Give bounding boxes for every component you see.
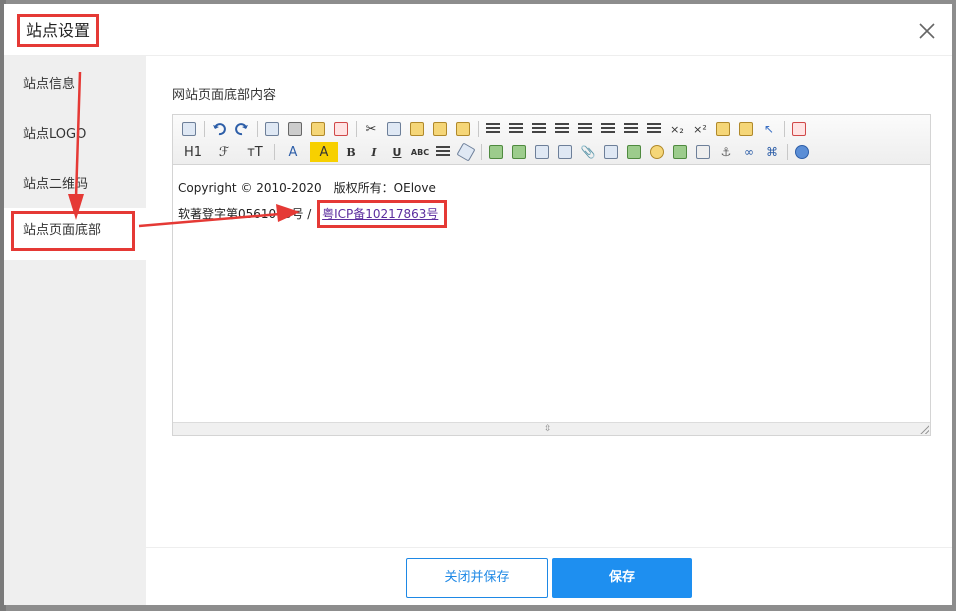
print-icon[interactable] xyxy=(285,119,305,139)
attachment-icon[interactable]: 📎 xyxy=(578,142,598,162)
pointer-icon[interactable]: ↖ xyxy=(759,119,779,139)
save-button[interactable]: 保存 xyxy=(552,558,692,598)
toolbar-divider xyxy=(356,121,357,137)
sidebar-item-site-info[interactable]: 站点信息 xyxy=(4,60,146,110)
align-left-icon[interactable] xyxy=(483,119,503,139)
toolbar-divider xyxy=(481,144,482,160)
source-icon[interactable] xyxy=(179,119,199,139)
icp-highlight-box: 粤ICP备10217863号 xyxy=(317,200,448,228)
sidebar: 站点信息 站点LOGO 站点二维码 站点页面底部 xyxy=(4,56,146,605)
font-family-icon[interactable]: ℱ xyxy=(210,142,238,162)
paste-icon[interactable] xyxy=(407,119,427,139)
indent-icon[interactable] xyxy=(621,119,641,139)
paste-plain-icon[interactable] xyxy=(430,119,450,139)
insert-row-icon[interactable] xyxy=(624,142,644,162)
page-break-icon[interactable] xyxy=(693,142,713,162)
toolbar-divider xyxy=(787,144,788,160)
paste-word-icon[interactable] xyxy=(453,119,473,139)
toolbar-divider xyxy=(204,121,205,137)
rich-text-editor[interactable]: ✂ ×₂ ×² ↖ H1 ℱ тT A A B I U ABC 📎 ⚓ ∞ ⌘ … xyxy=(172,114,931,436)
underline-icon[interactable]: U xyxy=(387,142,407,162)
redo-icon[interactable] xyxy=(232,119,252,139)
align-center-icon[interactable] xyxy=(506,119,526,139)
help-icon[interactable] xyxy=(792,142,812,162)
sidebar-item-site-qrcode[interactable]: 站点二维码 xyxy=(4,160,146,210)
subscript-icon[interactable]: ×₂ xyxy=(667,119,687,139)
bold-icon[interactable]: B xyxy=(341,142,361,162)
close-icon[interactable] xyxy=(916,20,938,42)
align-right-icon[interactable] xyxy=(529,119,549,139)
editor-text-license: 软著登字第0561018号 / xyxy=(178,207,316,221)
field-label: 网站页面底部内容 xyxy=(172,88,277,103)
outdent-icon[interactable] xyxy=(644,119,664,139)
unlink-icon[interactable]: ⌘ xyxy=(762,142,782,162)
heading-icon[interactable]: H1 xyxy=(179,142,207,162)
dialog-footer: 关闭并保存 保存 xyxy=(146,547,952,605)
toolbar-divider xyxy=(257,121,258,137)
preview-icon[interactable] xyxy=(262,119,282,139)
multi-image-icon[interactable] xyxy=(509,142,529,162)
editor-line-icp: 软著登字第0561018号 / 粤ICP备10217863号 xyxy=(178,200,925,228)
superscript-icon[interactable]: ×² xyxy=(690,119,710,139)
editor-content[interactable]: Copyright © 2010-2020 版权所有：OElove 软著登字第0… xyxy=(173,166,930,422)
editor-toolbar: ✂ ×₂ ×² ↖ H1 ℱ тT A A B I U ABC 📎 ⚓ ∞ ⌘ xyxy=(173,115,930,165)
cut-icon[interactable]: ✂ xyxy=(361,119,381,139)
line-height-icon[interactable] xyxy=(433,142,453,162)
highlight-icon[interactable]: A xyxy=(310,142,338,162)
fullscreen-icon[interactable] xyxy=(789,119,809,139)
toolbar-divider xyxy=(478,121,479,137)
sidebar-item-site-logo[interactable]: 站点LOGO xyxy=(4,110,146,160)
font-size-icon[interactable]: тT xyxy=(241,142,269,162)
emoticon-icon[interactable] xyxy=(647,142,667,162)
dialog-title: 站点设置 xyxy=(17,14,100,47)
map-icon[interactable] xyxy=(670,142,690,162)
copy-icon[interactable] xyxy=(384,119,404,139)
toolbar-divider xyxy=(274,144,275,160)
resize-handle-icon[interactable]: ⇳ xyxy=(544,425,552,434)
table-icon[interactable] xyxy=(601,142,621,162)
undo-icon[interactable] xyxy=(209,119,229,139)
icp-link[interactable]: 粤ICP备10217863号 xyxy=(322,207,438,221)
link-icon[interactable]: ∞ xyxy=(739,142,759,162)
flash-icon[interactable] xyxy=(532,142,552,162)
editor-line-copyright: Copyright © 2010-2020 版权所有：OElove xyxy=(178,181,436,195)
sidebar-item-site-footer[interactable]: 站点页面底部 xyxy=(11,211,135,251)
justify-icon[interactable] xyxy=(552,119,572,139)
image-icon[interactable] xyxy=(486,142,506,162)
dialog-header: 站点设置 xyxy=(4,4,952,56)
ordered-list-icon[interactable] xyxy=(575,119,595,139)
settings-dialog: 站点设置 站点信息 站点LOGO 站点二维码 站点页面底部 网站页面底部内容 ✂… xyxy=(4,4,952,605)
select-all-icon[interactable] xyxy=(736,119,756,139)
corner-resize-icon[interactable] xyxy=(920,425,929,434)
unordered-list-icon[interactable] xyxy=(598,119,618,139)
eraser-icon[interactable] xyxy=(456,142,476,162)
content-panel: 网站页面底部内容 ✂ ×₂ ×² ↖ H1 ℱ тT A A B I U ABC… xyxy=(146,56,952,605)
close-and-save-button[interactable]: 关闭并保存 xyxy=(406,558,548,598)
template-icon[interactable] xyxy=(308,119,328,139)
font-color-icon[interactable]: A xyxy=(279,142,307,162)
anchor-icon[interactable]: ⚓ xyxy=(716,142,736,162)
italic-icon[interactable]: I xyxy=(364,142,384,162)
editor-statusbar: ⇳ xyxy=(173,422,930,435)
toolbar-row-1: ✂ ×₂ ×² ↖ xyxy=(179,118,812,140)
toolbar-divider xyxy=(784,121,785,137)
toolbar-row-2: H1 ℱ тT A A B I U ABC 📎 ⚓ ∞ ⌘ xyxy=(179,141,815,163)
clear-format-icon[interactable] xyxy=(713,119,733,139)
code-icon[interactable] xyxy=(331,119,351,139)
media-icon[interactable] xyxy=(555,142,575,162)
strikethrough-icon[interactable]: ABC xyxy=(410,142,430,162)
